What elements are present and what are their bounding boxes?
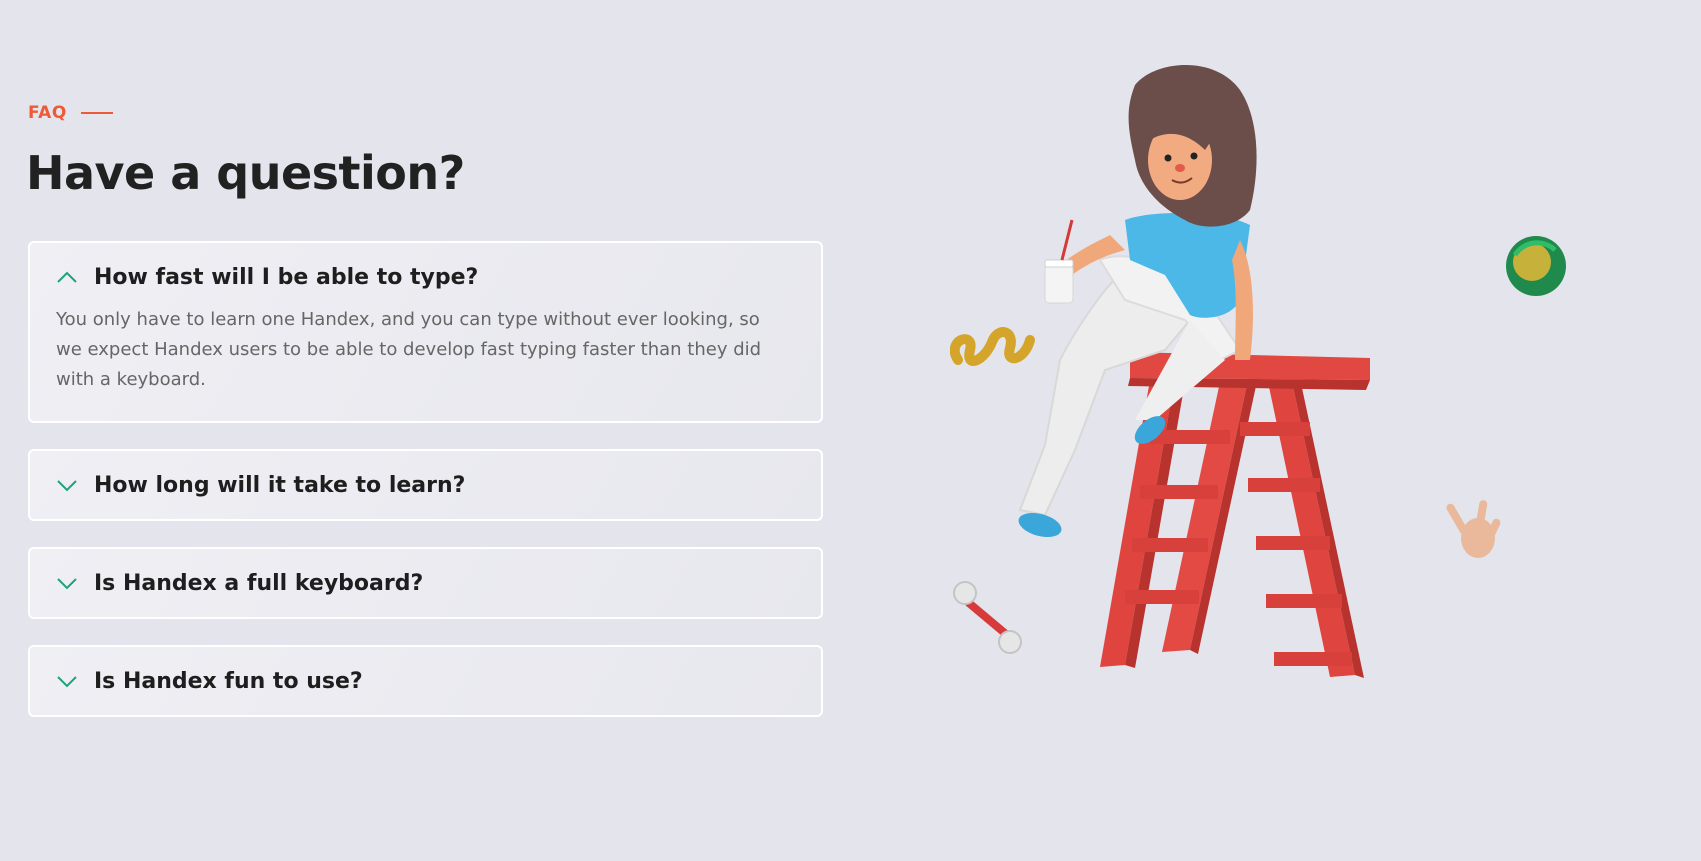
chevron-down-icon [57, 480, 77, 492]
floating-dumbbell [953, 581, 1022, 654]
faq-toggle[interactable]: Is Handex a full keyboard? [30, 549, 821, 617]
faq-item: Is Handex a full keyboard? [28, 547, 823, 619]
faq-question: Is Handex fun to use? [94, 668, 363, 694]
faq-item: Is Handex fun to use? [28, 645, 823, 717]
floating-hand [1446, 500, 1501, 558]
chevron-up-icon [57, 271, 77, 283]
faq-toggle[interactable]: How long will it take to learn? [30, 451, 821, 519]
faq-question: How fast will I be able to type? [94, 264, 479, 290]
faq-item: How long will it take to learn? [28, 449, 823, 521]
ladder [1100, 352, 1370, 678]
chevron-down-icon [57, 578, 77, 590]
ladder-girl-illustration [950, 65, 1566, 678]
eyebrow-line [80, 112, 113, 114]
faq-answer: You only have to learn one Handex, and y… [56, 309, 762, 390]
chevron-down-icon [57, 676, 77, 688]
faq-list: How fast will I be able to type? You onl… [28, 241, 823, 743]
page-title: Have a question? [26, 146, 465, 200]
floating-ball [1506, 236, 1566, 296]
faq-question: Is Handex a full keyboard? [94, 570, 424, 596]
eyebrow-label: FAQ [28, 103, 67, 123]
faq-eyebrow: FAQ [28, 103, 113, 123]
faq-toggle[interactable]: How fast will I be able to type? [30, 243, 821, 311]
floating-coil [950, 327, 1035, 367]
faq-question: How long will it take to learn? [94, 472, 466, 498]
faq-toggle[interactable]: Is Handex fun to use? [30, 647, 821, 715]
faq-item: How fast will I be able to type? You onl… [28, 241, 823, 423]
